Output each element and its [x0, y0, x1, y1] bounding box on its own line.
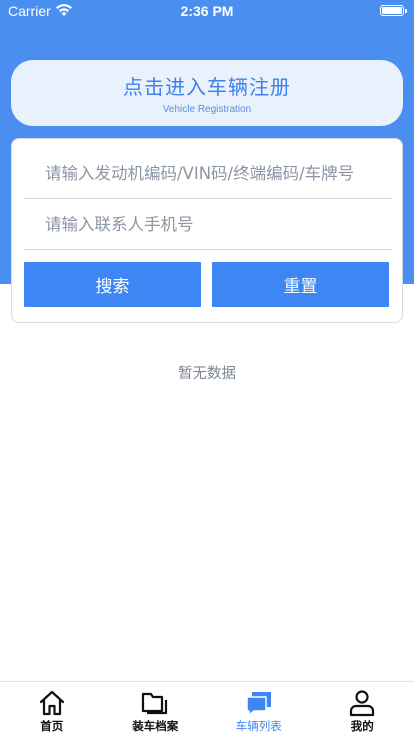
folder-icon	[142, 692, 168, 715]
code-field-row	[23, 149, 393, 199]
search-panel: 搜索 重置	[11, 138, 403, 323]
tab-vehicle-list[interactable]: 车辆列表	[207, 682, 311, 736]
tab-mine[interactable]: 我的	[311, 682, 414, 736]
home-icon	[39, 690, 64, 716]
person-icon	[350, 690, 375, 717]
status-bar: Carrier 2:36 PM	[0, 0, 414, 22]
tab-home[interactable]: 首页	[0, 682, 104, 736]
tab-home-label: 首页	[40, 719, 64, 733]
search-button[interactable]: 搜索	[24, 262, 201, 307]
tab-mine-label: 我的	[350, 719, 374, 733]
registration-title: 点击进入车辆注册	[123, 75, 291, 99]
vehicle-code-input[interactable]	[23, 164, 393, 183]
reset-button[interactable]: 重置	[212, 262, 389, 307]
tab-install-archive[interactable]: 装车档案	[104, 682, 208, 736]
tab-vehicle-list-label: 车辆列表	[235, 719, 282, 733]
contact-phone-input[interactable]	[23, 215, 393, 234]
clock: 2:36 PM	[180, 3, 234, 19]
chat-list-icon	[246, 692, 271, 717]
bottom-tab-bar: 首页 装车档案 车辆列表 我的	[0, 681, 414, 736]
vehicle-registration-button[interactable]: 点击进入车辆注册 Vehicle Registration	[11, 60, 403, 126]
battery-icon	[380, 5, 407, 16]
phone-field-row	[23, 200, 393, 250]
registration-subtitle: Vehicle Registration	[162, 104, 252, 115]
empty-state-message: 暂无数据	[178, 366, 236, 382]
tab-install-archive-label: 装车档案	[132, 719, 179, 733]
